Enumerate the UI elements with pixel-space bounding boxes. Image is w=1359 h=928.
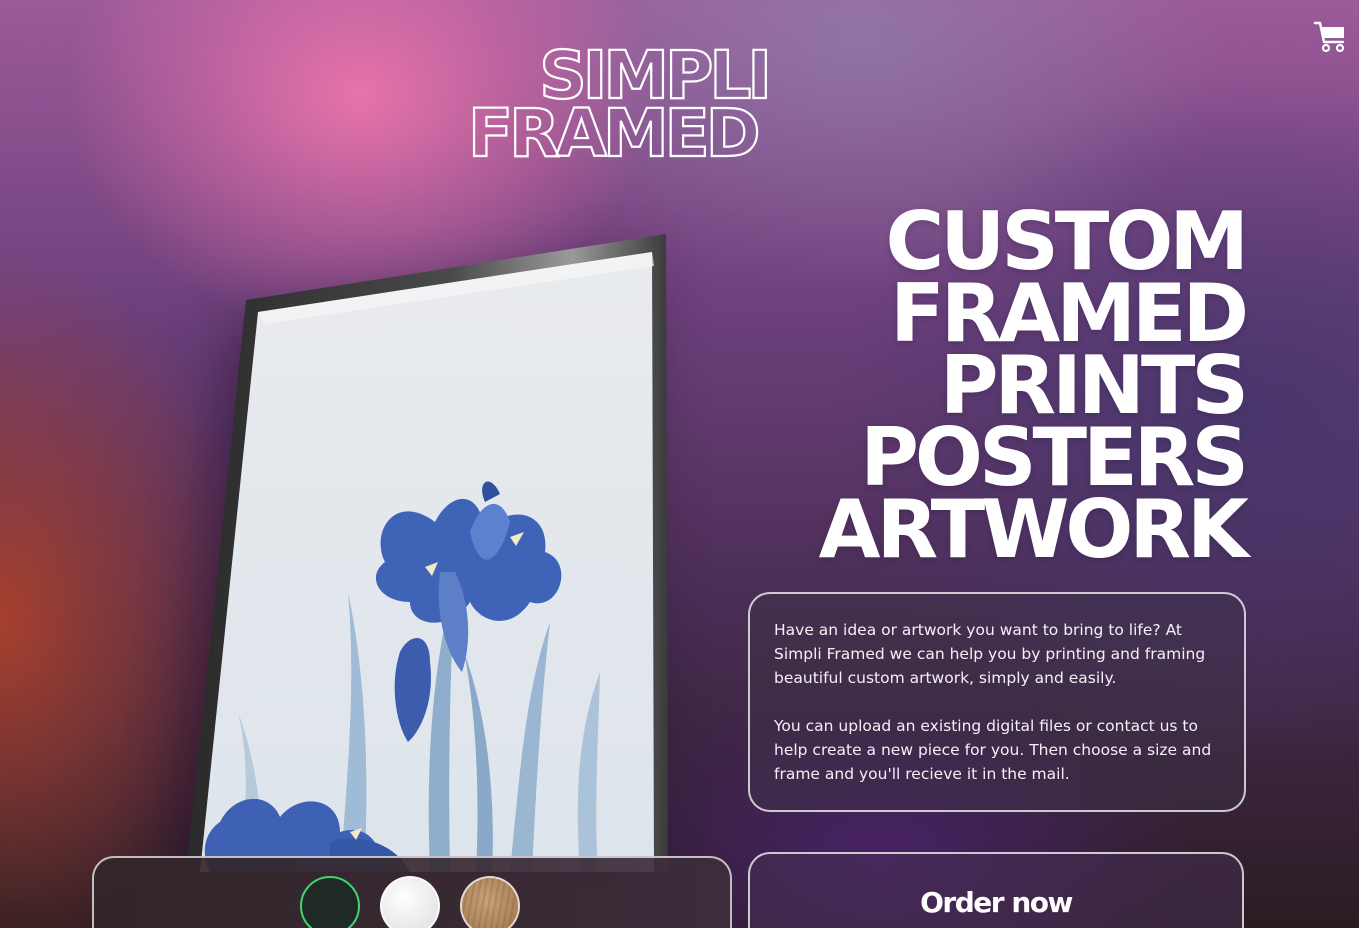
description-paragraph: Have an idea or artwork you want to brin… [774,621,1206,687]
hero-headline: CUSTOM FRAMED PRINTS POSTERS ARTWORK [818,202,1249,576]
description-paragraph: You can upload an existing digital files… [774,717,1212,783]
frame-color-picker [92,856,732,928]
shopping-cart-icon [1313,21,1345,53]
frame-preview [180,232,680,872]
logo-wordmark: SIMPLI FRAMED [468,36,773,166]
frame-swatch-white[interactable] [380,876,440,928]
brand-logo[interactable]: SIMPLI FRAMED [468,36,778,166]
description-card: Have an idea or artwork you want to brin… [748,592,1246,812]
framed-iris-artwork [186,234,668,872]
frame-swatch-black[interactable] [300,876,360,928]
logo-line-2: FRAMED [468,95,758,166]
headline-line: ARTWORK [818,483,1249,576]
frame-swatch-oak[interactable] [460,876,520,928]
cart-button[interactable] [1312,18,1348,54]
order-now-label: Order now [920,886,1073,919]
order-now-button[interactable]: Order now [748,852,1244,928]
